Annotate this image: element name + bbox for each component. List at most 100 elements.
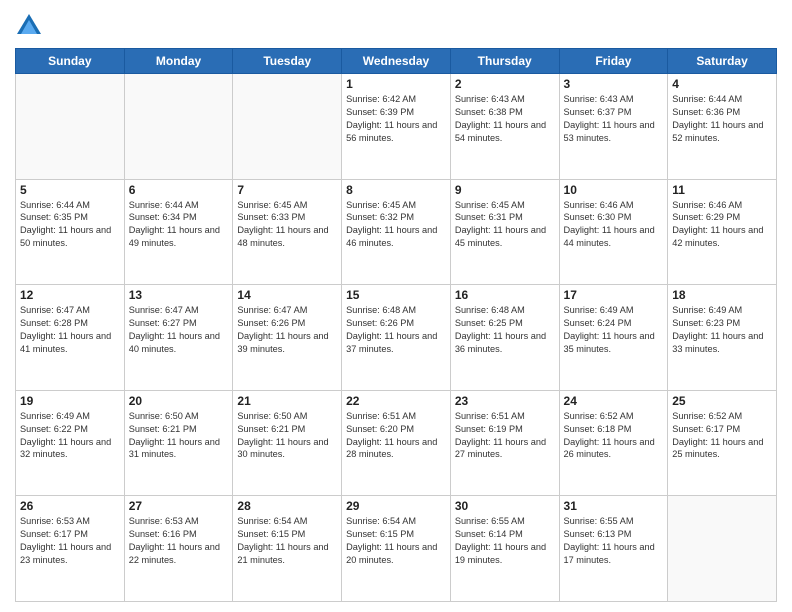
calendar-cell: 31 Sunrise: 6:55 AM Sunset: 6:13 PM Dayli… [559,496,668,602]
calendar-cell: 27Sunrise: 6:53 AM Sunset: 6:16 PM Dayli… [124,496,233,602]
calendar-cell: 18 Sunrise: 6:49 AM Sunset: 6:23 PM Dayli… [668,285,777,391]
calendar-cell: 15 Sunrise: 6:48 AM Sunset: 6:26 PM Dayli… [342,285,451,391]
calendar-cell: 30 Sunrise: 6:55 AM Sunset: 6:14 PM Dayli… [450,496,559,602]
calendar-header-thursday: Thursday [450,49,559,74]
calendar-cell: 26 Sunrise: 6:53 AM Sunset: 6:17 PM Dayli… [16,496,125,602]
calendar-header-monday: Monday [124,49,233,74]
calendar-header-tuesday: Tuesday [233,49,342,74]
day-number: 30 [455,499,555,513]
cell-info: Sunrise: 6:50 AM Sunset: 6:21 PM Dayligh… [129,410,229,462]
cell-info: Sunrise: 6:46 AM Sunset: 6:29 PM Dayligh… [672,199,772,251]
day-number: 26 [20,499,120,513]
cell-info: Sunrise: 6:45 AM Sunset: 6:33 PM Dayligh… [237,199,337,251]
calendar-header-wednesday: Wednesday [342,49,451,74]
cell-info: Sunrise: 6:45 AM Sunset: 6:31 PM Dayligh… [455,199,555,251]
cell-info: Sunrise: 6:44 AM Sunset: 6:34 PM Dayligh… [129,199,229,251]
cell-info: Sunrise: 6:44 AM Sunset: 6:36 PM Dayligh… [672,93,772,145]
cell-info: Sunrise: 6:53 AM Sunset: 6:17 PM Dayligh… [20,515,120,567]
week-row-3: 12Sunrise: 6:47 AM Sunset: 6:28 PM Dayli… [16,285,777,391]
calendar-cell: 8 Sunrise: 6:45 AM Sunset: 6:32 PM Daylig… [342,179,451,285]
day-number: 9 [455,183,555,197]
day-number: 15 [346,288,446,302]
calendar-cell: 4 Sunrise: 6:44 AM Sunset: 6:36 PM Daylig… [668,74,777,180]
cell-info: Sunrise: 6:55 AM Sunset: 6:13 PM Dayligh… [564,515,664,567]
day-number: 14 [237,288,337,302]
calendar-cell [16,74,125,180]
calendar-cell: 25 Sunrise: 6:52 AM Sunset: 6:17 PM Dayli… [668,390,777,496]
cell-info: Sunrise: 6:54 AM Sunset: 6:15 PM Dayligh… [346,515,446,567]
calendar-cell: 21 Sunrise: 6:50 AM Sunset: 6:21 PM Dayli… [233,390,342,496]
day-number: 19 [20,394,120,408]
day-number: 24 [564,394,664,408]
day-number: 28 [237,499,337,513]
calendar-cell: 29Sunrise: 6:54 AM Sunset: 6:15 PM Dayli… [342,496,451,602]
cell-info: Sunrise: 6:48 AM Sunset: 6:25 PM Dayligh… [455,304,555,356]
cell-info: Sunrise: 6:52 AM Sunset: 6:17 PM Dayligh… [672,410,772,462]
day-number: 25 [672,394,772,408]
day-number: 21 [237,394,337,408]
day-number: 18 [672,288,772,302]
cell-info: Sunrise: 6:51 AM Sunset: 6:20 PM Dayligh… [346,410,446,462]
calendar-cell: 9 Sunrise: 6:45 AM Sunset: 6:31 PM Daylig… [450,179,559,285]
calendar-cell: 11 Sunrise: 6:46 AM Sunset: 6:29 PM Dayli… [668,179,777,285]
calendar-cell [233,74,342,180]
cell-info: Sunrise: 6:43 AM Sunset: 6:37 PM Dayligh… [564,93,664,145]
day-number: 17 [564,288,664,302]
day-number: 27 [129,499,229,513]
cell-info: Sunrise: 6:42 AM Sunset: 6:39 PM Dayligh… [346,93,446,145]
cell-info: Sunrise: 6:45 AM Sunset: 6:32 PM Dayligh… [346,199,446,251]
calendar-cell: 22 Sunrise: 6:51 AM Sunset: 6:20 PM Dayli… [342,390,451,496]
day-number: 16 [455,288,555,302]
cell-info: Sunrise: 6:44 AM Sunset: 6:35 PM Dayligh… [20,199,120,251]
header [15,10,777,40]
calendar-cell: 2 Sunrise: 6:43 AM Sunset: 6:38 PM Daylig… [450,74,559,180]
cell-info: Sunrise: 6:49 AM Sunset: 6:23 PM Dayligh… [672,304,772,356]
cell-info: Sunrise: 6:50 AM Sunset: 6:21 PM Dayligh… [237,410,337,462]
day-number: 20 [129,394,229,408]
cell-info: Sunrise: 6:47 AM Sunset: 6:26 PM Dayligh… [237,304,337,356]
day-number: 23 [455,394,555,408]
cell-info: Sunrise: 6:55 AM Sunset: 6:14 PM Dayligh… [455,515,555,567]
day-number: 4 [672,77,772,91]
cell-info: Sunrise: 6:49 AM Sunset: 6:22 PM Dayligh… [20,410,120,462]
day-number: 11 [672,183,772,197]
day-number: 22 [346,394,446,408]
day-number: 10 [564,183,664,197]
day-number: 1 [346,77,446,91]
calendar-cell: 1 Sunrise: 6:42 AM Sunset: 6:39 PM Daylig… [342,74,451,180]
calendar-cell: 7 Sunrise: 6:45 AM Sunset: 6:33 PM Daylig… [233,179,342,285]
day-number: 2 [455,77,555,91]
cell-info: Sunrise: 6:52 AM Sunset: 6:18 PM Dayligh… [564,410,664,462]
day-number: 6 [129,183,229,197]
cell-info: Sunrise: 6:43 AM Sunset: 6:38 PM Dayligh… [455,93,555,145]
calendar-cell: 10Sunrise: 6:46 AM Sunset: 6:30 PM Dayli… [559,179,668,285]
calendar-cell: 5 Sunrise: 6:44 AM Sunset: 6:35 PM Daylig… [16,179,125,285]
calendar-header-sunday: Sunday [16,49,125,74]
calendar-table: SundayMondayTuesdayWednesdayThursdayFrid… [15,48,777,602]
calendar-cell: 19 Sunrise: 6:49 AM Sunset: 6:22 PM Dayli… [16,390,125,496]
day-number: 3 [564,77,664,91]
day-number: 8 [346,183,446,197]
day-number: 5 [20,183,120,197]
cell-info: Sunrise: 6:47 AM Sunset: 6:27 PM Dayligh… [129,304,229,356]
calendar-cell: 13Sunrise: 6:47 AM Sunset: 6:27 PM Dayli… [124,285,233,391]
day-number: 7 [237,183,337,197]
cell-info: Sunrise: 6:49 AM Sunset: 6:24 PM Dayligh… [564,304,664,356]
calendar-cell: 17 Sunrise: 6:49 AM Sunset: 6:24 PM Dayli… [559,285,668,391]
calendar-cell: 16 Sunrise: 6:48 AM Sunset: 6:25 PM Dayli… [450,285,559,391]
week-row-2: 5 Sunrise: 6:44 AM Sunset: 6:35 PM Daylig… [16,179,777,285]
calendar-cell: 20 Sunrise: 6:50 AM Sunset: 6:21 PM Dayli… [124,390,233,496]
calendar-cell: 6 Sunrise: 6:44 AM Sunset: 6:34 PM Daylig… [124,179,233,285]
week-row-5: 26 Sunrise: 6:53 AM Sunset: 6:17 PM Dayli… [16,496,777,602]
cell-info: Sunrise: 6:47 AM Sunset: 6:28 PM Dayligh… [20,304,120,356]
calendar-cell: 12Sunrise: 6:47 AM Sunset: 6:28 PM Dayli… [16,285,125,391]
week-row-4: 19 Sunrise: 6:49 AM Sunset: 6:22 PM Dayli… [16,390,777,496]
calendar-cell [124,74,233,180]
logo-icon [15,12,43,40]
cell-info: Sunrise: 6:54 AM Sunset: 6:15 PM Dayligh… [237,515,337,567]
calendar-cell: 14 Sunrise: 6:47 AM Sunset: 6:26 PM Dayli… [233,285,342,391]
calendar-cell: 24 Sunrise: 6:52 AM Sunset: 6:18 PM Dayli… [559,390,668,496]
cell-info: Sunrise: 6:48 AM Sunset: 6:26 PM Dayligh… [346,304,446,356]
day-number: 31 [564,499,664,513]
calendar-cell: 28 Sunrise: 6:54 AM Sunset: 6:15 PM Dayli… [233,496,342,602]
